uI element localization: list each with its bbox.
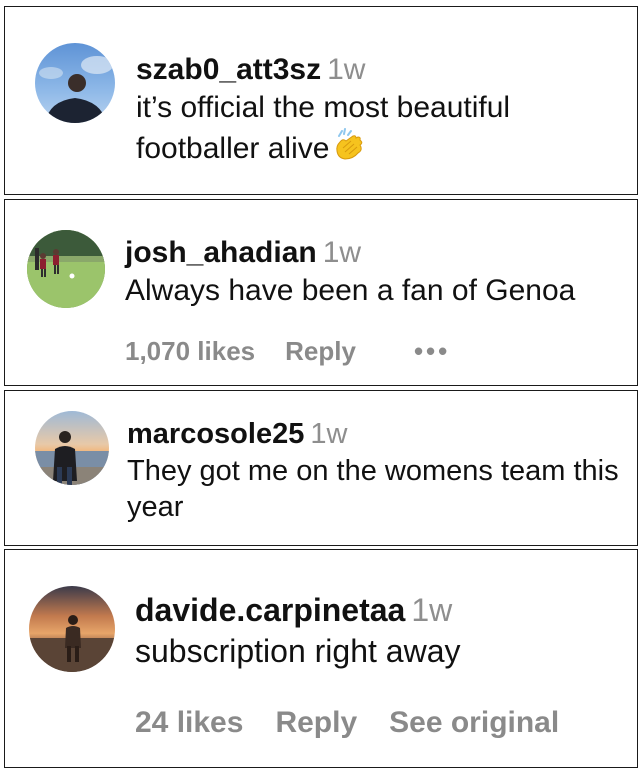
username[interactable]: marcosole25: [127, 418, 304, 450]
username[interactable]: szab0_att3sz: [136, 53, 321, 86]
comment-body: davide.carpinetaa 1w subscription right a…: [135, 590, 625, 672]
comment-text: subscription right away: [135, 632, 461, 669]
avatar[interactable]: [29, 586, 115, 672]
see-original-button[interactable]: See original: [389, 706, 559, 740]
comment-body: szab0_att3sz 1w it’s official the most be…: [136, 51, 616, 172]
comment-text: it’s official the most beautiful footbal…: [136, 91, 511, 165]
comment-card: davide.carpinetaa 1w subscription right a…: [4, 549, 638, 768]
comment-card: marcosole25 1w They got me on the womens …: [4, 390, 638, 546]
reply-button[interactable]: Reply: [275, 706, 357, 740]
comment-actions: 1,070 likes Reply •••: [125, 336, 450, 367]
comment-card: josh_ahadian 1w Always have been a fan of…: [4, 199, 638, 386]
comment-time: 1w: [327, 53, 366, 86]
avatar[interactable]: [35, 411, 109, 485]
avatar[interactable]: [35, 43, 115, 123]
comment-card: szab0_att3sz 1w it’s official the most be…: [4, 6, 638, 195]
username[interactable]: josh_ahadian: [125, 236, 317, 269]
avatar[interactable]: [27, 230, 105, 308]
comment-text: Always have been a fan of Genoa: [125, 274, 576, 308]
comment-actions: 24 likes Reply See original: [135, 706, 559, 740]
comment-time: 1w: [411, 592, 453, 628]
comment-text: They got me on the womens team this year: [127, 454, 619, 524]
more-options-icon[interactable]: •••: [414, 336, 450, 367]
comment-time: 1w: [322, 236, 362, 269]
comment-body: marcosole25 1w They got me on the womens …: [127, 416, 627, 526]
reply-button[interactable]: Reply: [285, 336, 356, 367]
comment-time: 1w: [310, 418, 348, 450]
clapping-hands-icon: [333, 127, 365, 172]
likes-count[interactable]: 24 likes: [135, 706, 243, 740]
comment-body: josh_ahadian 1w Always have been a fan of…: [125, 234, 625, 311]
likes-count[interactable]: 1,070 likes: [125, 336, 255, 367]
username[interactable]: davide.carpinetaa: [135, 592, 405, 628]
